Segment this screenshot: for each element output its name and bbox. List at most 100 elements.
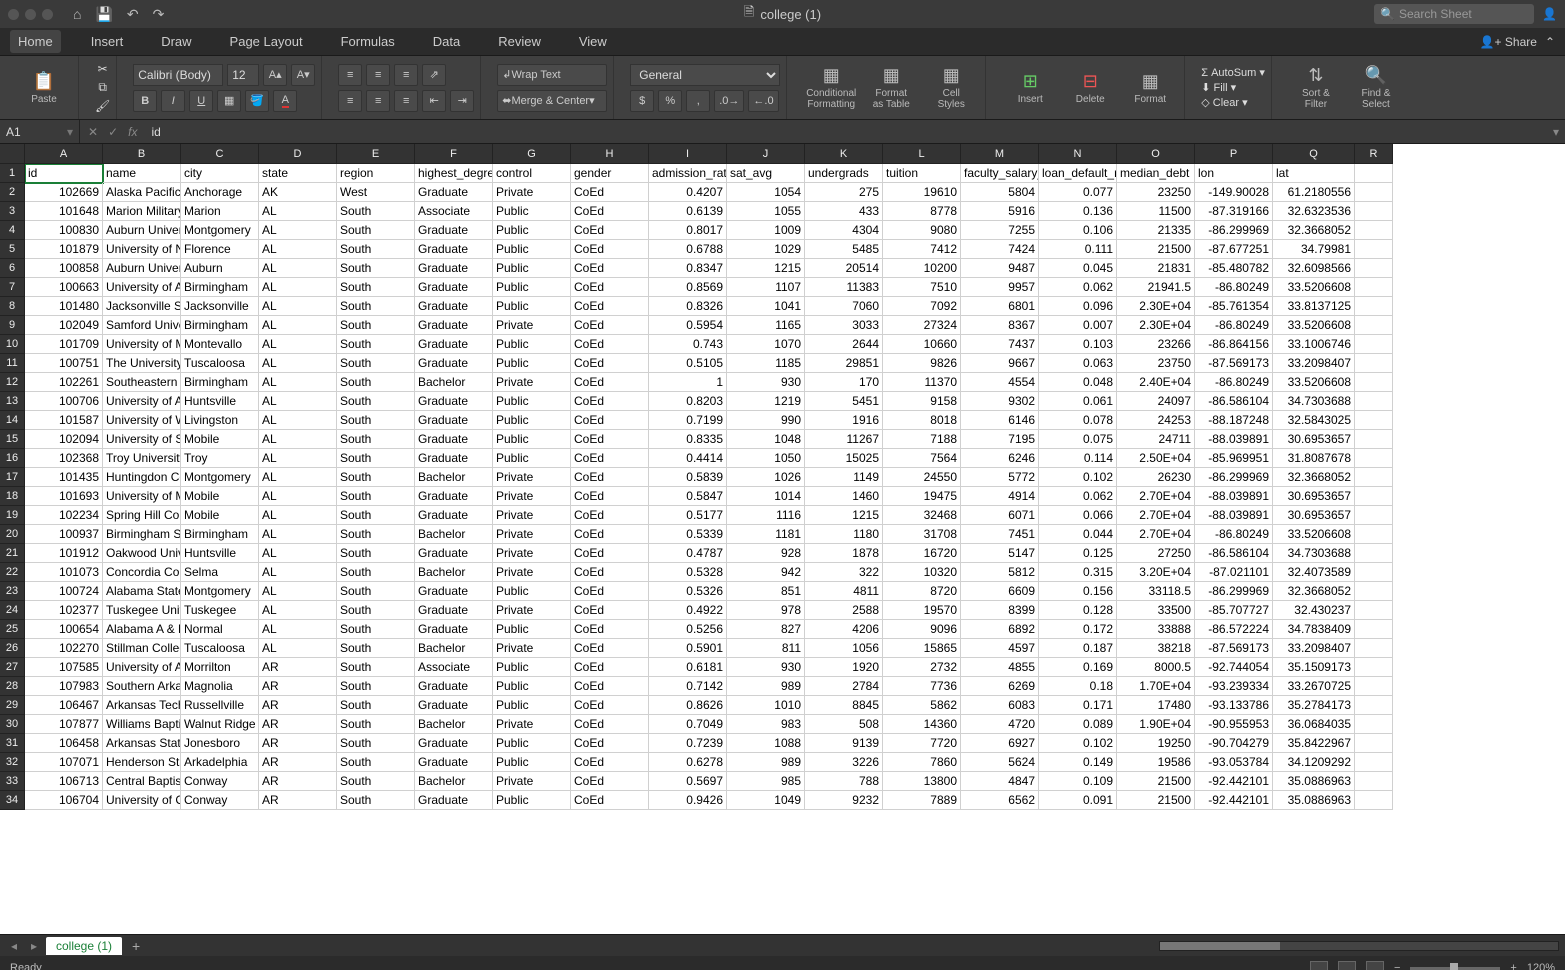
cell[interactable] xyxy=(1355,164,1393,183)
cell[interactable]: -86.80249 xyxy=(1195,373,1273,392)
cell[interactable]: 1107 xyxy=(727,278,805,297)
cell[interactable]: Public xyxy=(493,202,571,221)
cell[interactable]: 33.2098407 xyxy=(1273,354,1355,373)
cell[interactable]: 322 xyxy=(805,563,883,582)
cell[interactable]: AL xyxy=(259,392,337,411)
cell[interactable]: Public xyxy=(493,411,571,430)
cell[interactable]: South xyxy=(337,430,415,449)
cell[interactable]: 32.6323536 xyxy=(1273,202,1355,221)
cell[interactable]: 5147 xyxy=(961,544,1039,563)
cell[interactable] xyxy=(1355,715,1393,734)
spreadsheet-grid[interactable]: ABCDEFGHIJKLMNOPQR1idnamecitystateregion… xyxy=(0,144,1565,934)
cell[interactable]: 27250 xyxy=(1117,544,1195,563)
cell[interactable]: 33.2098407 xyxy=(1273,639,1355,658)
cell[interactable]: 61.2180556 xyxy=(1273,183,1355,202)
cell[interactable]: 0.106 xyxy=(1039,221,1117,240)
cell[interactable]: 2.30E+04 xyxy=(1117,297,1195,316)
cell[interactable] xyxy=(1355,525,1393,544)
cell[interactable]: 928 xyxy=(727,544,805,563)
cell[interactable]: Graduate xyxy=(415,297,493,316)
cell[interactable] xyxy=(1355,183,1393,202)
cell[interactable]: 5804 xyxy=(961,183,1039,202)
cell[interactable]: 35.1509173 xyxy=(1273,658,1355,677)
col-header[interactable]: A xyxy=(25,144,103,164)
cell[interactable]: Graduate xyxy=(415,753,493,772)
cell[interactable]: 7860 xyxy=(883,753,961,772)
cell[interactable]: CoEd xyxy=(571,696,649,715)
cell[interactable]: South xyxy=(337,354,415,373)
cell[interactable]: 7510 xyxy=(883,278,961,297)
cell[interactable]: 11383 xyxy=(805,278,883,297)
cell[interactable]: Jonesboro xyxy=(181,734,259,753)
cell[interactable]: 34.7303688 xyxy=(1273,392,1355,411)
cell[interactable]: -86.586104 xyxy=(1195,392,1273,411)
tab-review[interactable]: Review xyxy=(490,30,549,53)
col-header[interactable]: I xyxy=(649,144,727,164)
cell[interactable]: 0.077 xyxy=(1039,183,1117,202)
cell[interactable]: University of West xyxy=(103,411,181,430)
cell[interactable]: 9096 xyxy=(883,620,961,639)
cell[interactable]: 16720 xyxy=(883,544,961,563)
row-header[interactable]: 28 xyxy=(0,677,25,696)
cell[interactable]: South xyxy=(337,696,415,715)
cell[interactable] xyxy=(1355,202,1393,221)
cell[interactable]: 21941.5 xyxy=(1117,278,1195,297)
cell[interactable]: 33.5206608 xyxy=(1273,373,1355,392)
row-header[interactable]: 13 xyxy=(0,392,25,411)
cell[interactable]: name xyxy=(103,164,181,183)
cell[interactable]: 5916 xyxy=(961,202,1039,221)
cell[interactable]: Public xyxy=(493,240,571,259)
cell[interactable]: Bachelor xyxy=(415,468,493,487)
row-header[interactable]: 15 xyxy=(0,430,25,449)
cell[interactable]: 8778 xyxy=(883,202,961,221)
cell[interactable]: 34.79981 xyxy=(1273,240,1355,259)
cell[interactable]: South xyxy=(337,772,415,791)
cell[interactable]: Graduate xyxy=(415,791,493,810)
col-header[interactable]: J xyxy=(727,144,805,164)
cell[interactable]: 10200 xyxy=(883,259,961,278)
cell[interactable]: South xyxy=(337,525,415,544)
cell[interactable]: 1.70E+04 xyxy=(1117,677,1195,696)
cell[interactable]: Associate xyxy=(415,202,493,221)
cell[interactable]: 2.40E+04 xyxy=(1117,373,1195,392)
cell[interactable]: AL xyxy=(259,259,337,278)
sheet-nav-next-icon[interactable]: ▸ xyxy=(26,939,42,953)
cell[interactable]: 19570 xyxy=(883,601,961,620)
cell[interactable]: 23750 xyxy=(1117,354,1195,373)
cell[interactable]: 102049 xyxy=(25,316,103,335)
cell[interactable]: 0.089 xyxy=(1039,715,1117,734)
cell[interactable]: 0.044 xyxy=(1039,525,1117,544)
cell[interactable]: Williams Baptist xyxy=(103,715,181,734)
cell[interactable]: 0.5697 xyxy=(649,772,727,791)
cell[interactable]: AL xyxy=(259,335,337,354)
cell[interactable]: 32.3668052 xyxy=(1273,468,1355,487)
cancel-formula-icon[interactable]: ✕ xyxy=(88,125,98,139)
col-header[interactable]: G xyxy=(493,144,571,164)
cell[interactable]: 990 xyxy=(727,411,805,430)
cell[interactable]: University of South xyxy=(103,430,181,449)
sort-filter-button[interactable]: ⇅Sort & Filter xyxy=(1288,64,1344,112)
cell[interactable]: 19250 xyxy=(1117,734,1195,753)
format-as-table-button[interactable]: ▦Format as Table xyxy=(863,64,919,112)
orientation-icon[interactable]: ⇗ xyxy=(422,64,446,86)
cell[interactable]: 1116 xyxy=(727,506,805,525)
cell[interactable]: 0.007 xyxy=(1039,316,1117,335)
cell[interactable]: AL xyxy=(259,449,337,468)
cell[interactable]: 0.743 xyxy=(649,335,727,354)
cell[interactable]: -86.864156 xyxy=(1195,335,1273,354)
cell[interactable]: Private xyxy=(493,772,571,791)
cell[interactable]: 0.5328 xyxy=(649,563,727,582)
cell[interactable]: University of Alabama xyxy=(103,278,181,297)
cell[interactable]: control xyxy=(493,164,571,183)
row-header[interactable]: 7 xyxy=(0,278,25,297)
cell[interactable]: 6246 xyxy=(961,449,1039,468)
cell[interactable]: AL xyxy=(259,316,337,335)
cell[interactable] xyxy=(1355,335,1393,354)
cell[interactable]: 2732 xyxy=(883,658,961,677)
cell[interactable]: 24097 xyxy=(1117,392,1195,411)
row-header[interactable]: 3 xyxy=(0,202,25,221)
row-header[interactable]: 25 xyxy=(0,620,25,639)
cell[interactable] xyxy=(1355,734,1393,753)
cell[interactable]: 33.8137125 xyxy=(1273,297,1355,316)
cell[interactable]: 35.8422967 xyxy=(1273,734,1355,753)
